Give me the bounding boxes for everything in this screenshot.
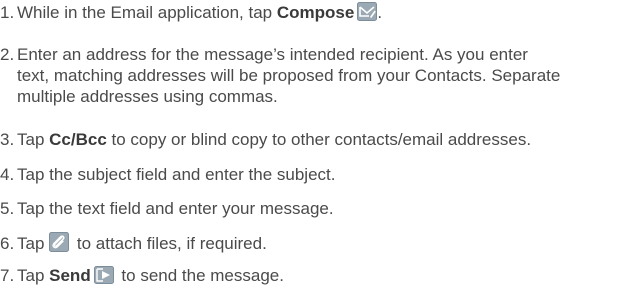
step-text: Tap bbox=[17, 130, 50, 149]
step-number: 7. bbox=[0, 266, 15, 285]
step-text-end: to attach files, if required. bbox=[72, 234, 267, 253]
step-text: Tap bbox=[17, 266, 50, 285]
step-number: 2. bbox=[0, 45, 15, 64]
step-number: 6. bbox=[0, 234, 15, 253]
step-4: 4. Tap the subject field and enter the su… bbox=[0, 164, 625, 185]
step-text-line-3: multiple addresses using commas. bbox=[17, 87, 278, 106]
step-1: 1. While in the Email application, tap Co… bbox=[0, 2, 625, 26]
compose-label: Compose bbox=[276, 3, 355, 22]
step-number: 3. bbox=[0, 130, 15, 149]
step-text: Tap the text field and enter your messag… bbox=[17, 199, 334, 218]
send-label: Send bbox=[49, 266, 91, 285]
step-number: 4. bbox=[0, 165, 15, 184]
step-2: 2. Enter an address for the message’s int… bbox=[0, 44, 625, 107]
step-number: 5. bbox=[0, 199, 15, 218]
step-5: 5. Tap the text field and enter your mess… bbox=[0, 198, 625, 219]
paperclip-attach-icon bbox=[49, 232, 70, 257]
step-text-end: to copy or blind copy to other contacts/… bbox=[106, 130, 532, 149]
step-6: 6. Tap to attach files, if required. bbox=[0, 232, 625, 257]
step-3: 3. Tap Cc/Bcc to copy or blind copy to ot… bbox=[0, 129, 625, 150]
step-number: 1. bbox=[0, 3, 15, 22]
step-text: Tap the subject field and enter the subj… bbox=[17, 165, 336, 184]
cc-bcc-label: Cc/Bcc bbox=[49, 130, 107, 149]
step-7: 7. Tap Send to send the message. bbox=[0, 265, 625, 289]
step-text: While in the Email application, tap bbox=[17, 3, 277, 22]
step-text-line-2: text, matching addresses will be propose… bbox=[17, 66, 561, 85]
step-text-end: to send the message. bbox=[116, 266, 284, 285]
step-text: Tap bbox=[17, 234, 50, 253]
step-text-line-1: Enter an address for the message’s inten… bbox=[17, 45, 528, 64]
step-text-end: . bbox=[377, 3, 383, 22]
instruction-list: 1. While in the Email application, tap Co… bbox=[0, 0, 634, 286]
compose-envelope-icon bbox=[357, 2, 378, 26]
